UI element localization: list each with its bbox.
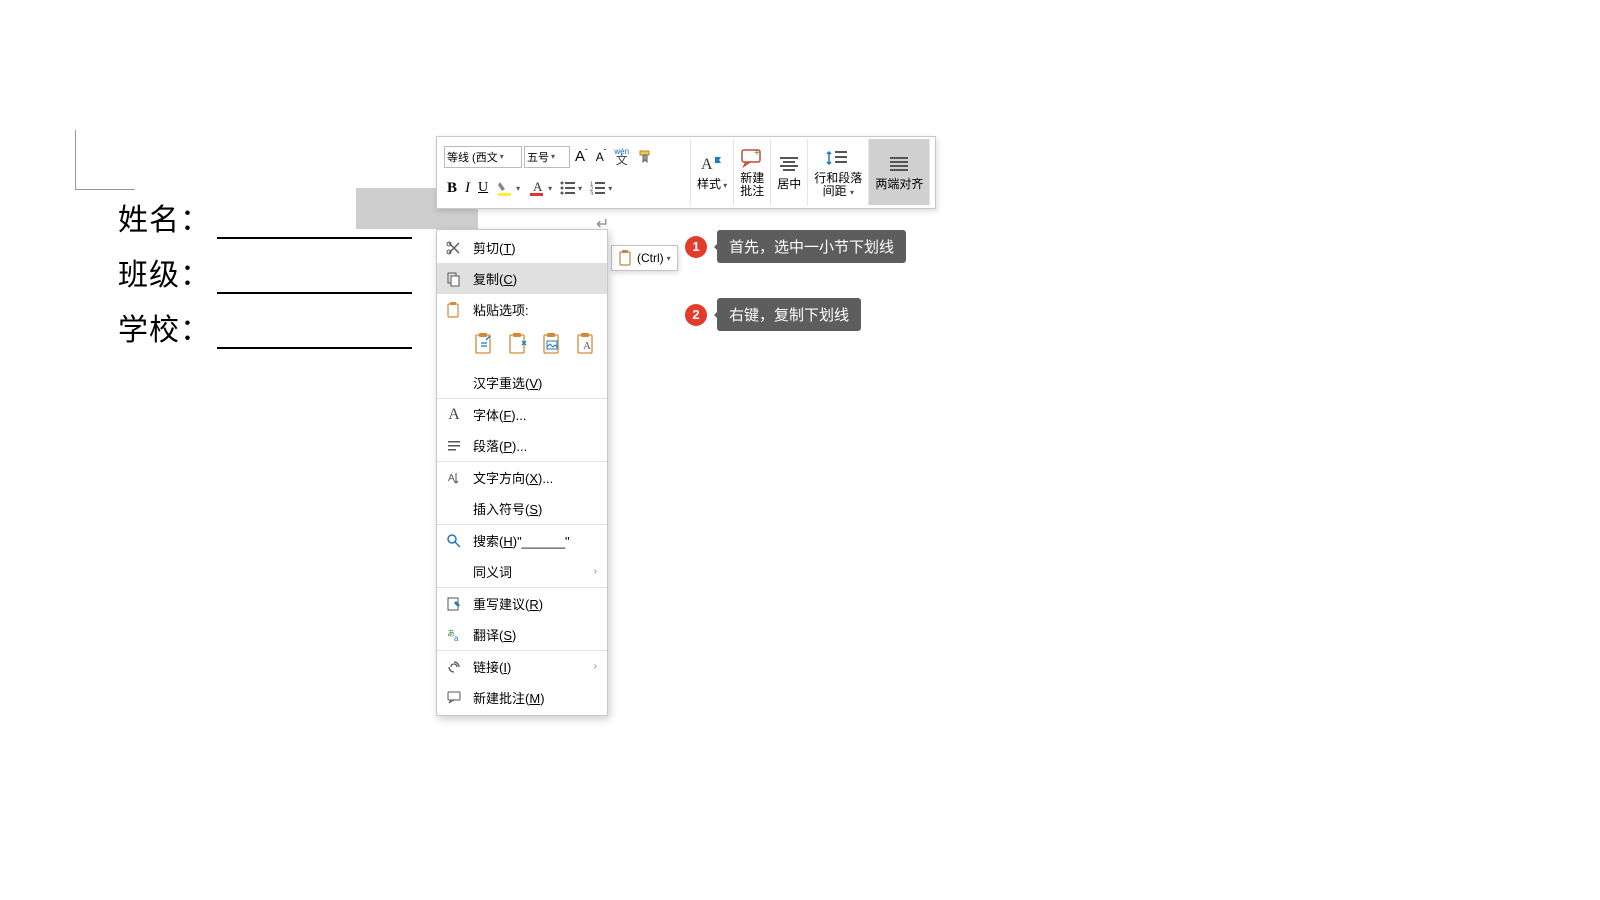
paste-merge-formatting-button[interactable] <box>505 329 531 359</box>
numbering-button[interactable]: 123▾ <box>587 175 615 201</box>
menu-label: 汉字重选(V) <box>473 373 542 392</box>
phonetic-guide-button[interactable]: wén 文 <box>611 144 632 170</box>
rewrite-icon <box>445 595 463 613</box>
menu-paragraph[interactable]: 段落(P)... <box>437 430 607 461</box>
menu-paste-options-header: 粘贴选项: <box>437 294 607 325</box>
paste-text-only-button[interactable]: A <box>573 329 599 359</box>
annotation-text: 首先，选中一小节下划线 <box>717 230 906 263</box>
font-name-value: 等线 (西文 <box>447 149 498 165</box>
menu-label: 搜索(H)"______" <box>473 531 570 550</box>
field-underline[interactable] <box>217 266 412 294</box>
field-label: 班级： <box>118 250 211 294</box>
menu-label: 翻译(S) <box>473 625 516 644</box>
paste-options-row: A <box>437 325 607 367</box>
font-color-button[interactable]: A▾ <box>525 175 555 201</box>
menu-label: 同义词 <box>473 562 512 581</box>
search-icon <box>445 532 463 550</box>
menu-label: 重写建议(R) <box>473 594 543 613</box>
menu-search[interactable]: 搜索(H)"______" <box>437 524 607 556</box>
font-name-combo[interactable]: 等线 (西文▾ <box>444 146 522 168</box>
annotation-badge: 2 <box>685 304 707 326</box>
svg-text:a: a <box>454 634 459 643</box>
paste-keep-source-button[interactable] <box>471 329 497 359</box>
menu-label: 剪切(T) <box>473 238 516 257</box>
chevron-right-icon: › <box>594 566 597 577</box>
align-center-button[interactable]: 居中 <box>771 139 808 205</box>
menu-label: 新建批注(M) <box>473 688 545 707</box>
mini-toolbar: 等线 (西文▾ 五号▾ Aˆ Aˇ wén 文 B I <box>436 136 936 209</box>
shrink-font-button[interactable]: Aˇ <box>593 144 610 170</box>
paste-picture-button[interactable] <box>539 329 565 359</box>
menu-link[interactable]: 链接(I) › <box>437 650 607 682</box>
menu-text-direction[interactable]: A 文字方向(X)... <box>437 461 607 493</box>
comment-icon: + <box>740 146 764 170</box>
menu-label: 段落(P)... <box>473 436 527 455</box>
svg-text:A: A <box>701 156 713 173</box>
svg-text:A: A <box>448 473 455 484</box>
link-icon <box>445 658 463 676</box>
paste-popup-label: (Ctrl) <box>637 251 664 265</box>
scissors-icon <box>445 239 463 257</box>
menu-label: 粘贴选项: <box>473 300 529 319</box>
menu-rewrite[interactable]: 重写建议(R) <box>437 587 607 619</box>
menu-font[interactable]: A 字体(F)... <box>437 398 607 430</box>
paste-options-popup[interactable]: (Ctrl) ▾ <box>611 245 678 271</box>
chevron-right-icon: › <box>594 661 597 672</box>
paste-icon <box>445 301 463 319</box>
menu-label: 插入符号(S) <box>473 499 542 518</box>
form-field-school: 学校： <box>118 305 412 349</box>
line-spacing-icon <box>825 146 851 170</box>
svg-text:A: A <box>533 179 543 194</box>
menu-synonyms[interactable]: 同义词 › <box>437 556 607 587</box>
clipboard-icon <box>618 249 634 267</box>
menu-copy[interactable]: 复制(C) <box>437 263 607 294</box>
justify-button[interactable]: 两端对齐 <box>869 139 930 205</box>
format-painter-button[interactable] <box>634 144 658 170</box>
menu-label: 复制(C) <box>473 269 517 288</box>
font-size-value: 五号 <box>527 149 549 165</box>
line-spacing-button[interactable]: 行和段落间距 ▾ <box>808 139 869 205</box>
highlight-color-button[interactable]: ▾ <box>493 175 523 201</box>
menu-label: 链接(I) <box>473 657 511 676</box>
annotation-step-1: 1 首先，选中一小节下划线 <box>685 230 906 263</box>
svg-text:+: + <box>754 148 760 159</box>
comment-icon <box>445 689 463 707</box>
menu-hanzi-reselect[interactable]: 汉字重选(V) <box>437 367 607 398</box>
annotation-badge: 1 <box>685 236 707 258</box>
menu-cut[interactable]: 剪切(T) <box>437 232 607 263</box>
align-center-icon <box>778 152 800 176</box>
new-comment-button[interactable]: + 新建批注 <box>734 139 771 205</box>
field-label: 姓名： <box>118 195 211 239</box>
bullets-button[interactable]: ▾ <box>557 175 585 201</box>
menu-label: 文字方向(X)... <box>473 468 553 487</box>
annotation-step-2: 2 右键，复制下划线 <box>685 298 861 331</box>
svg-text:A: A <box>583 340 591 352</box>
menu-insert-symbol[interactable]: 插入符号(S) <box>437 493 607 524</box>
text-direction-icon: A <box>445 469 463 487</box>
chevron-down-icon: ▾ <box>667 254 671 263</box>
style-icon: A <box>699 152 725 176</box>
bold-button[interactable]: B <box>444 175 460 201</box>
italic-button[interactable]: I <box>462 175 473 201</box>
grow-font-button[interactable]: Aˆ <box>572 144 591 170</box>
menu-label: 字体(F)... <box>473 405 526 424</box>
annotation-text: 右键，复制下划线 <box>717 298 861 331</box>
copy-icon <box>445 270 463 288</box>
page-corner-mark <box>75 130 135 190</box>
menu-new-comment[interactable]: 新建批注(M) <box>437 682 607 713</box>
font-letter-icon: A <box>445 406 463 424</box>
context-menu: 剪切(T) 复制(C) 粘贴选项: A 汉字重选(V) A 字体(F)... <box>436 229 608 716</box>
styles-button[interactable]: A 样式 ▾ <box>691 139 734 205</box>
svg-text:3: 3 <box>590 192 594 195</box>
form-field-class: 班级： <box>118 250 412 294</box>
field-label: 学校： <box>118 305 211 349</box>
translate-icon: あa <box>445 626 463 644</box>
menu-translate[interactable]: あa 翻译(S) <box>437 619 607 650</box>
underline-button[interactable]: U <box>475 175 491 201</box>
font-size-combo[interactable]: 五号▾ <box>524 146 570 168</box>
paragraph-icon <box>445 437 463 455</box>
justify-icon <box>888 152 910 176</box>
field-underline[interactable] <box>217 321 412 349</box>
